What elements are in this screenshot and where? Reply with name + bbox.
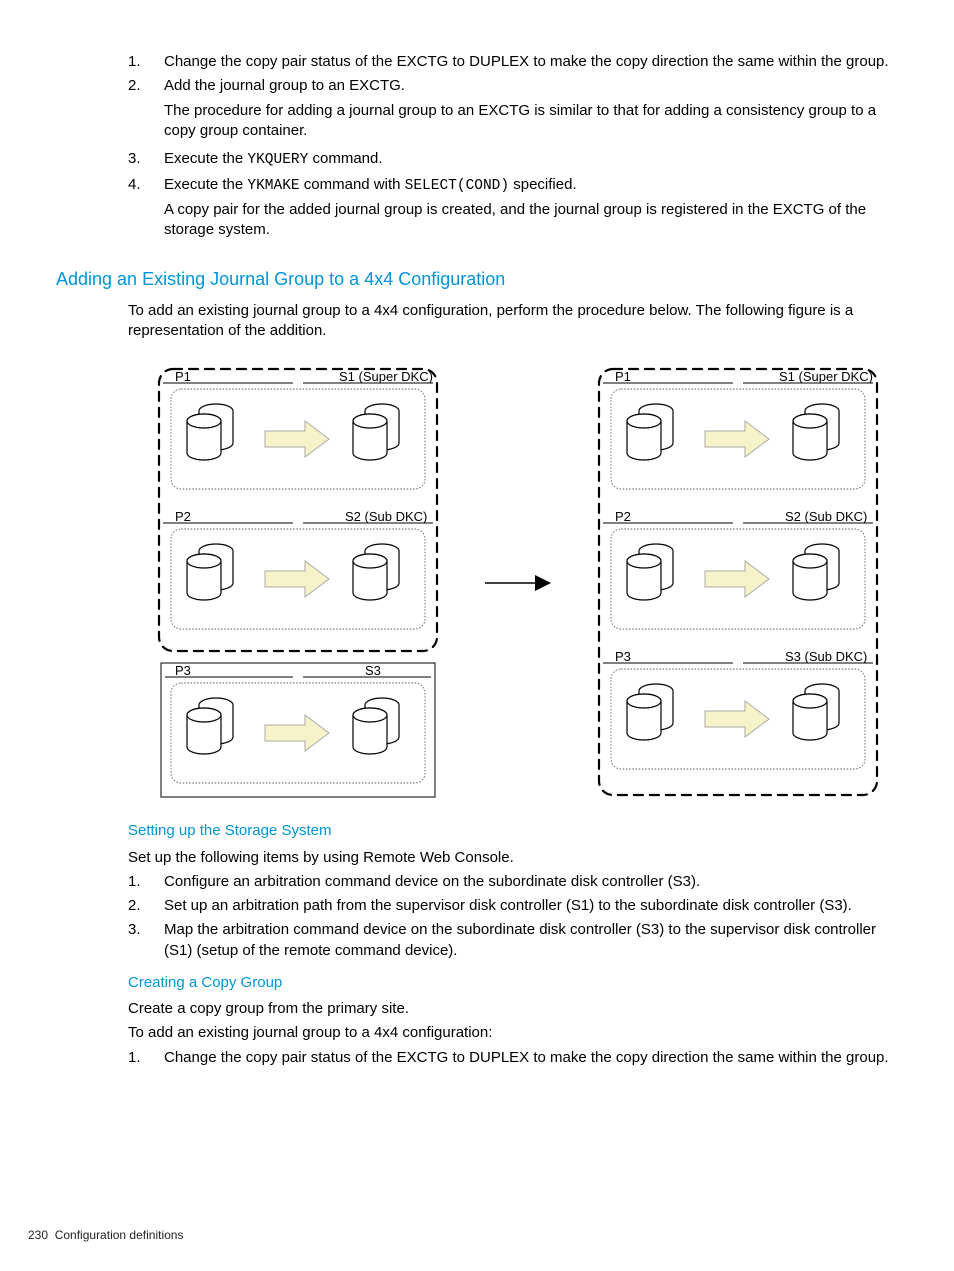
page-footer: 230 Configuration definitions [28, 1227, 183, 1243]
step-detail: A copy pair for the added journal group … [164, 200, 908, 241]
diagram-label: S1 (Super DKC) [779, 369, 873, 384]
step-text: Set up an arbitration path from the supe… [164, 896, 908, 916]
step-text-mid: command with [300, 176, 405, 193]
step-number: 2. [128, 76, 164, 145]
page-number: 230 [28, 1228, 48, 1242]
step-number: 3. [128, 149, 164, 171]
step-text: Configure an arbitration command device … [164, 872, 908, 892]
diagram-label: S2 (Sub DKC) [785, 509, 867, 524]
diagram-figure: P1 S1 (Super DKC) P2 S2 (Sub DKC) P3 S3 [128, 363, 908, 803]
step-text: Change the copy pair status of the EXCTG… [164, 1048, 908, 1068]
code-literal: YKMAKE [247, 178, 299, 194]
paragraph: To add an existing journal group to a 4x… [128, 1023, 908, 1043]
list-item: 3. Map the arbitration command device on… [128, 920, 908, 961]
diagram-label: P2 [615, 509, 631, 524]
list-item: 1. Change the copy pair status of the EX… [128, 52, 908, 72]
copygroup-step-list: 1. Change the copy pair status of the EX… [128, 1048, 908, 1068]
paragraph: Set up the following items by using Remo… [128, 848, 908, 868]
list-item: 2. Add the journal group to an EXCTG. Th… [128, 76, 908, 145]
diagram-right: P1 S1 (Super DKC) P2 S2 (Sub DKC) P3 S3 … [593, 363, 883, 803]
step-text-post: specified. [509, 176, 577, 193]
transition-arrow-icon [483, 563, 553, 603]
paragraph: Create a copy group from the primary sit… [128, 999, 908, 1019]
diagram-label: P1 [175, 369, 191, 384]
diagram-label: S1 (Super DKC) [339, 369, 433, 384]
step-text: Map the arbitration command device on th… [164, 920, 908, 961]
list-item: 1. Configure an arbitration command devi… [128, 872, 908, 892]
intro-step-list: 1. Change the copy pair status of the EX… [128, 52, 908, 245]
step-text: Change the copy pair status of the EXCTG… [164, 52, 908, 72]
code-literal: YKQUERY [247, 152, 308, 168]
intro-paragraph: To add an existing journal group to a 4x… [128, 301, 908, 342]
diagram-label: P3 [175, 663, 191, 678]
step-text: Add the journal group to an EXCTG. [164, 77, 405, 94]
setup-step-list: 1. Configure an arbitration command devi… [128, 872, 908, 961]
diagram-label: P1 [615, 369, 631, 384]
step-number: 3. [128, 920, 164, 961]
diagram-label: S3 [365, 663, 381, 678]
step-number: 1. [128, 872, 164, 892]
diagram-label: P3 [615, 649, 631, 664]
step-number: 4. [128, 175, 164, 245]
diagram-label: S2 (Sub DKC) [345, 509, 427, 524]
list-item: 1. Change the copy pair status of the EX… [128, 1048, 908, 1068]
diagram-label: S3 (Sub DKC) [785, 649, 867, 664]
code-literal: SELECT(COND) [405, 178, 509, 194]
list-item: 3. Execute the YKQUERY command. [128, 149, 908, 171]
step-number: 2. [128, 896, 164, 916]
diagram-label: P2 [175, 509, 191, 524]
diagram-left: P1 S1 (Super DKC) P2 S2 (Sub DKC) P3 S3 [153, 363, 443, 803]
list-item: 4. Execute the YKMAKE command with SELEC… [128, 175, 908, 245]
list-item: 2. Set up an arbitration path from the s… [128, 896, 908, 916]
step-number: 1. [128, 1048, 164, 1068]
step-detail: The procedure for adding a journal group… [164, 101, 908, 142]
step-number: 1. [128, 52, 164, 72]
step-text-pre: Execute the [164, 150, 247, 167]
step-text-post: command. [308, 150, 382, 167]
section-heading: Adding an Existing Journal Group to a 4x… [56, 267, 926, 291]
footer-section-title: Configuration definitions [55, 1228, 184, 1242]
step-text-pre: Execute the [164, 176, 247, 193]
subsection-heading: Creating a Copy Group [128, 973, 908, 993]
subsection-heading: Setting up the Storage System [128, 821, 908, 841]
